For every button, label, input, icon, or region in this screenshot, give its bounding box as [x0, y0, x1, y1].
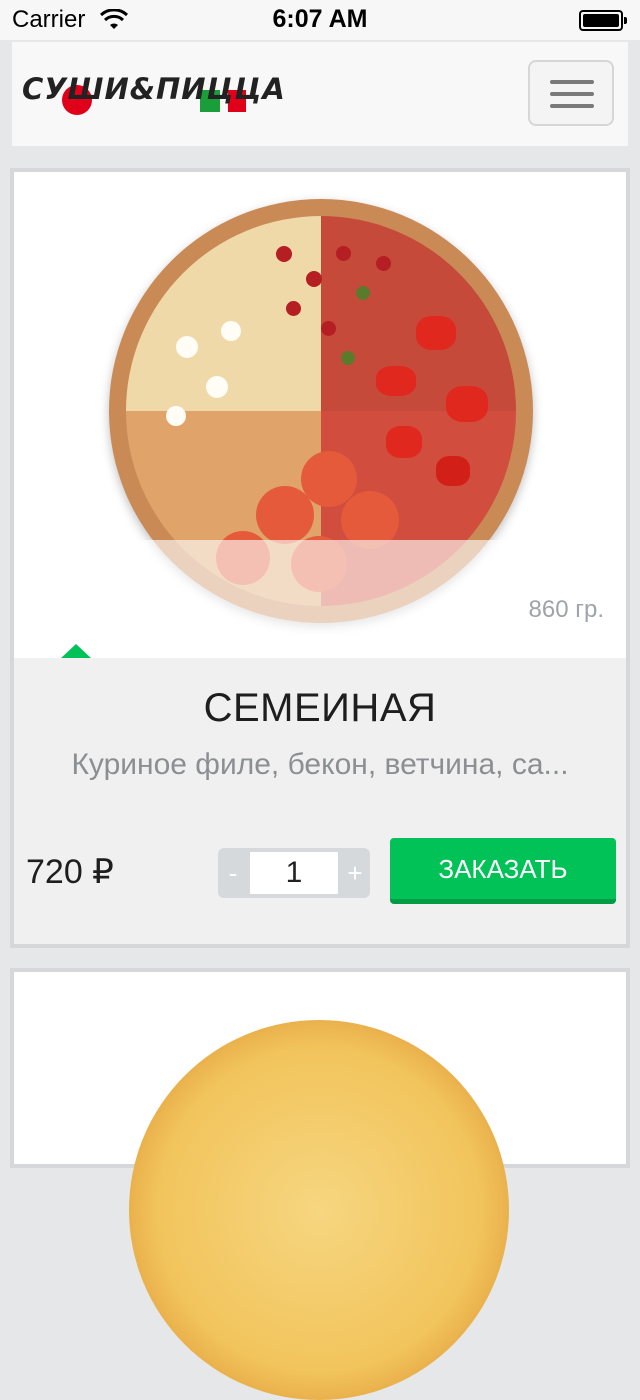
- product-card-next: [10, 968, 630, 1400]
- status-time: 6:07 AM: [272, 5, 368, 33]
- quantity-decrease-button[interactable]: -: [218, 848, 248, 898]
- site-logo[interactable]: СУШИ&ПИЦЦА: [22, 72, 285, 122]
- logo-text: СУШИ&ПИЦЦА: [22, 72, 286, 106]
- hamburger-menu-button[interactable]: [528, 60, 614, 126]
- order-button[interactable]: ЗАКАЗАТЬ: [390, 838, 616, 904]
- product-price: 720 ₽: [26, 853, 114, 891]
- quantity-input[interactable]: [250, 852, 338, 894]
- site-header: СУШИ&ПИЦЦА: [12, 42, 628, 146]
- product-title[interactable]: СЕМЕИНАЯ: [14, 686, 626, 731]
- hamburger-menu-icon: [550, 80, 594, 84]
- battery-icon: [579, 10, 627, 31]
- quantity-stepper: - +: [218, 848, 370, 898]
- quantity-increase-button[interactable]: +: [340, 848, 370, 898]
- hamburger-menu-icon-line: [550, 92, 594, 96]
- product-image[interactable]: 860 гр.: [14, 172, 626, 658]
- hamburger-menu-icon-line: [550, 104, 594, 108]
- status-bar: Carrier 6:07 AM: [0, 0, 640, 40]
- product-weight: 860 гр.: [528, 596, 604, 623]
- selection-triangle: [60, 644, 92, 658]
- product-description: Куриное филе, бекон, ветчина, са...: [71, 748, 569, 781]
- pizza-picture-next[interactable]: [129, 1020, 509, 1400]
- product-card: 860 гр. СЕМЕИНАЯ Куриное филе, бекон, ве…: [10, 168, 630, 948]
